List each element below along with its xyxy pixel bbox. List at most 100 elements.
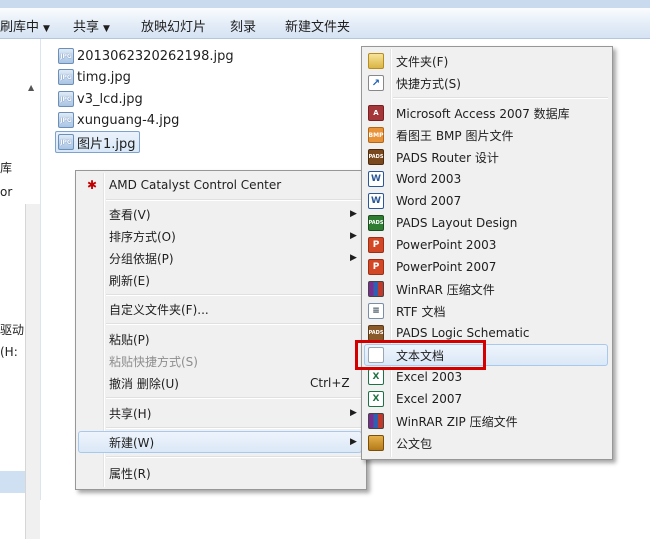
menu-item-customize[interactable]: 自定义文件夹(F)... [78, 298, 362, 320]
nav-item[interactable]: 驱动 [0, 321, 24, 338]
submenu-item-pads-router[interactable]: PADS PADS Router 设计 [364, 146, 608, 168]
winrar-zip-icon [368, 413, 384, 429]
burn-label: 刻录 [230, 20, 257, 35]
command-toolbar: 刷库中 ▼ 共享 ▼ 放映幻灯片 刻录 新建文件夹 [0, 8, 650, 39]
submenu-arrow-icon: ▶ [350, 408, 357, 418]
menu-item-refresh[interactable]: 刷新(E) [78, 269, 362, 291]
menu-item-sort[interactable]: 排序方式(O) ▶ [78, 225, 362, 247]
menu-item-label: 共享(H) [109, 406, 152, 421]
submenu-item-label: Word 2007 [396, 194, 462, 208]
submenu-item-powerpoint-2003[interactable]: P PowerPoint 2003 [364, 234, 608, 256]
nav-item[interactable]: 库 [0, 159, 12, 176]
pads-layout-icon: PADS [368, 215, 384, 231]
jpg-file-icon: JPG [58, 91, 74, 107]
submenu-item-label: 公文包 [396, 436, 433, 451]
submenu-item-label: WinRAR 压缩文件 [396, 282, 495, 297]
jpg-file-icon: JPG [58, 69, 74, 85]
file-item[interactable]: JPG v3_lcd.jpg [58, 89, 143, 109]
menu-separator [106, 456, 362, 458]
menu-item-paste-shortcut[interactable]: 粘贴快捷方式(S) [78, 350, 362, 372]
submenu-item-label: 看图王 BMP 图片文件 [396, 128, 514, 143]
menu-item-share[interactable]: 共享(H) ▶ [78, 402, 362, 424]
submenu-item-label: WinRAR ZIP 压缩文件 [396, 414, 518, 429]
submenu-item-label: Word 2003 [396, 172, 462, 186]
slideshow-button[interactable]: 放映幻灯片 [141, 16, 206, 35]
organize-label: 刷库中 [0, 20, 40, 35]
nav-scrollbar[interactable] [25, 204, 40, 539]
pads-logic-icon: PADS [368, 325, 384, 341]
menu-item-label: 排序方式(O) [109, 229, 176, 244]
menu-item-label: 粘贴(P) [109, 332, 150, 347]
submenu-item-rtf[interactable]: ≡ RTF 文档 [364, 300, 608, 322]
submenu-item-briefcase[interactable]: 公文包 [364, 432, 608, 454]
file-name: 图片1.jpg [77, 136, 136, 152]
submenu-item-winrar-zip[interactable]: WinRAR ZIP 压缩文件 [364, 410, 608, 432]
folder-icon [368, 53, 384, 69]
access-icon: A [368, 105, 384, 121]
submenu-item-word-2007[interactable]: W Word 2007 [364, 190, 608, 212]
submenu-item-label: Excel 2007 [396, 392, 463, 406]
menu-bar [0, 0, 650, 8]
powerpoint-icon: P [368, 237, 384, 253]
file-name: v3_lcd.jpg [77, 91, 143, 107]
menu-item-group[interactable]: 分组依据(P) ▶ [78, 247, 362, 269]
submenu-item-label: Microsoft Access 2007 数据库 [396, 106, 570, 121]
submenu-item-label: Excel 2003 [396, 370, 463, 384]
menu-item-label: 属性(R) [109, 466, 151, 481]
submenu-item-pads-layout[interactable]: PADS PADS Layout Design [364, 212, 608, 234]
share-button[interactable]: 共享 ▼ [73, 16, 110, 35]
menu-item-new[interactable]: 新建(W) ▶ [78, 431, 362, 453]
amd-icon: ✱ [86, 178, 98, 192]
submenu-item-shortcut[interactable]: ↗ 快捷方式(S) [364, 72, 608, 94]
menu-item-label: 分组依据(P) [109, 251, 174, 266]
nav-item[interactable]: or [0, 185, 12, 199]
menu-separator [393, 97, 608, 99]
submenu-item-powerpoint-2007[interactable]: P PowerPoint 2007 [364, 256, 608, 278]
bmp-icon: BMP [368, 127, 384, 143]
submenu-item-winrar[interactable]: WinRAR 压缩文件 [364, 278, 608, 300]
submenu-item-label: PowerPoint 2007 [396, 260, 497, 274]
menu-item-amd-catalyst[interactable]: ✱ AMD Catalyst Control Center [78, 174, 362, 196]
submenu-item-access[interactable]: A Microsoft Access 2007 数据库 [364, 102, 608, 124]
menu-item-label: 撤消 删除(U) [109, 376, 179, 391]
submenu-item-label: PowerPoint 2003 [396, 238, 497, 252]
pads-router-icon: PADS [368, 149, 384, 165]
organize-button[interactable]: 刷库中 ▼ [0, 16, 50, 35]
submenu-item-excel-2007[interactable]: X Excel 2007 [364, 388, 608, 410]
menu-item-view[interactable]: 查看(V) ▶ [78, 203, 362, 225]
share-label: 共享 [73, 20, 100, 35]
menu-item-properties[interactable]: 属性(R) [78, 462, 362, 484]
context-menu: ✱ AMD Catalyst Control Center 查看(V) ▶ 排序… [75, 170, 367, 490]
file-item[interactable]: JPG 2013062320262198.jpg [58, 46, 234, 66]
file-item[interactable]: JPG xunguang-4.jpg [58, 110, 179, 130]
menu-item-label: AMD Catalyst Control Center [109, 178, 282, 192]
file-item-selected[interactable]: JPG 图片1.jpg [55, 131, 140, 153]
jpg-file-icon: JPG [58, 48, 74, 64]
submenu-item-folder[interactable]: 文件夹(F) [364, 50, 608, 72]
submenu-item-label: 文件夹(F) [396, 54, 449, 69]
menu-item-undo[interactable]: 撤消 删除(U) Ctrl+Z [78, 372, 362, 394]
chevron-down-icon: ▼ [103, 24, 110, 34]
file-name: 2013062320262198.jpg [77, 48, 234, 64]
word-icon: W [368, 193, 384, 209]
burn-button[interactable]: 刻录 [230, 16, 256, 35]
scroll-up-icon[interactable]: ▲ [28, 83, 34, 92]
jpg-file-icon: JPG [58, 134, 74, 150]
menu-item-paste[interactable]: 粘贴(P) [78, 328, 362, 350]
menu-item-label: 粘贴快捷方式(S) [109, 354, 198, 369]
submenu-item-bmp[interactable]: BMP 看图王 BMP 图片文件 [364, 124, 608, 146]
submenu-item-label: PADS Layout Design [396, 216, 518, 230]
new-folder-button[interactable]: 新建文件夹 [285, 16, 350, 35]
submenu-item-word-2003[interactable]: W Word 2003 [364, 168, 608, 190]
nav-selected-item[interactable] [0, 471, 25, 493]
excel-icon: X [368, 391, 384, 407]
submenu-item-label: RTF 文档 [396, 304, 446, 319]
nav-item[interactable]: (H: [0, 345, 18, 359]
file-item[interactable]: JPG timg.jpg [58, 67, 131, 87]
briefcase-icon [368, 435, 384, 451]
new-submenu: 文件夹(F) ↗ 快捷方式(S) A Microsoft Access 2007… [361, 46, 613, 460]
excel-icon: X [368, 369, 384, 385]
menu-separator [106, 323, 362, 325]
submenu-arrow-icon: ▶ [350, 231, 357, 241]
submenu-arrow-icon: ▶ [350, 209, 357, 219]
